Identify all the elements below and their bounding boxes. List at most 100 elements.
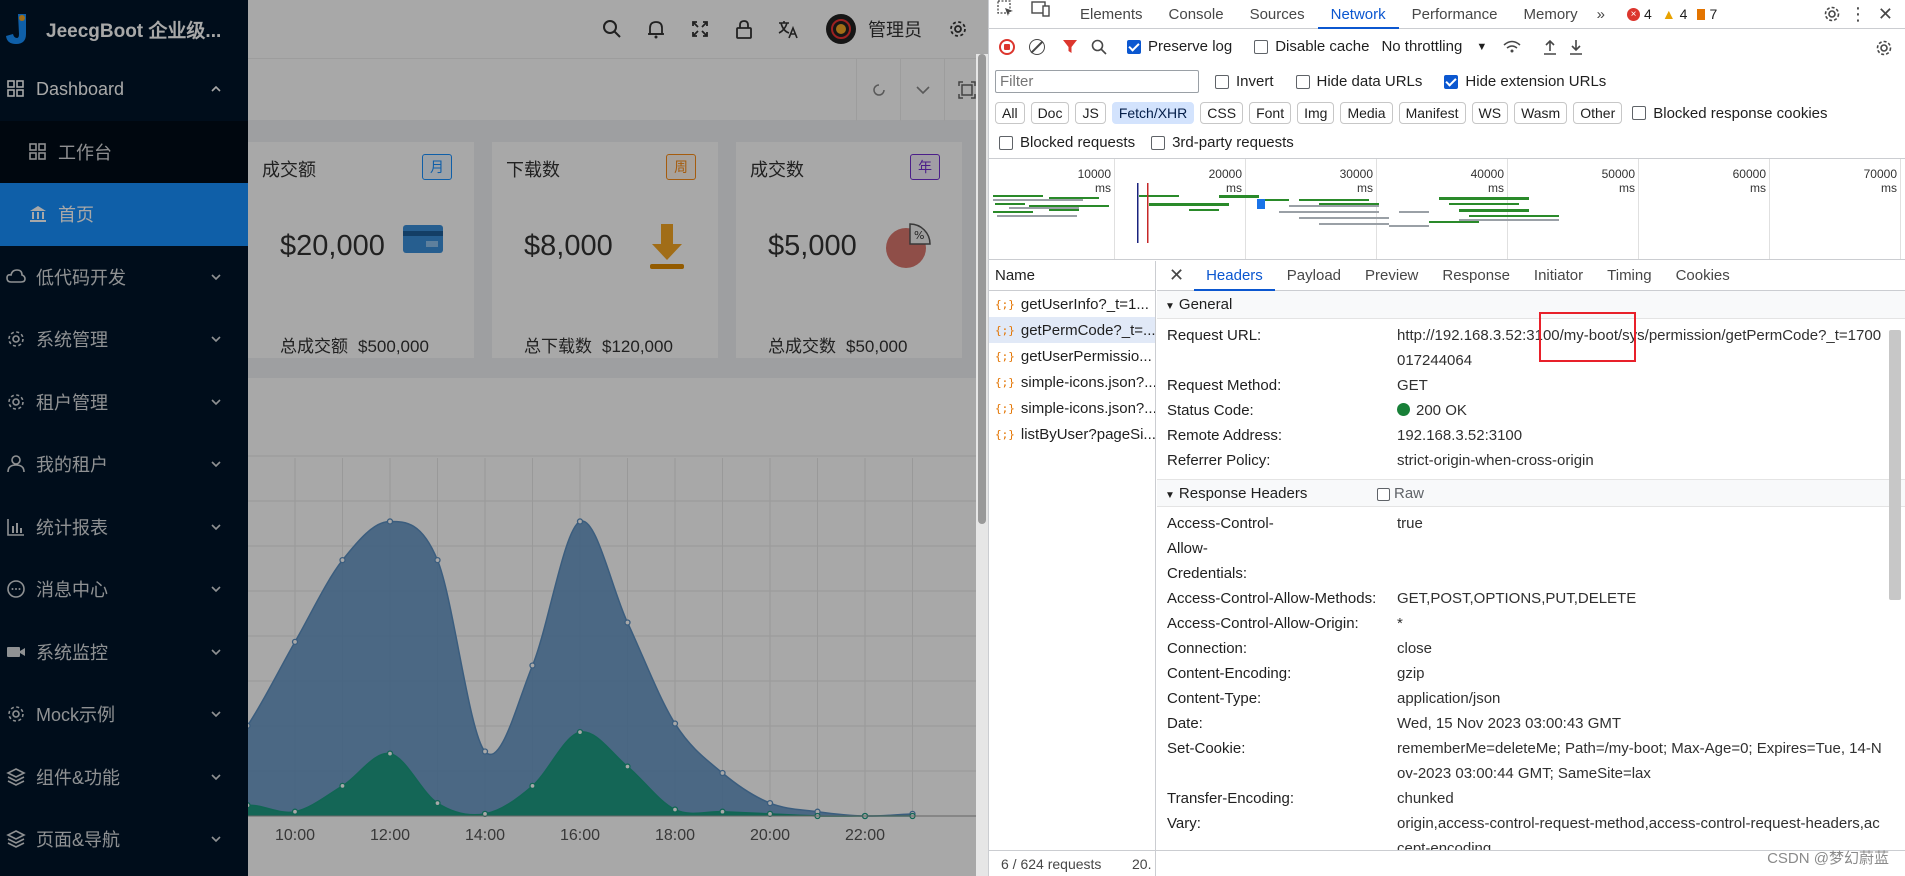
request-name: getPermCode?_t=... xyxy=(1020,321,1155,339)
more-tabs-icon[interactable]: » xyxy=(1591,0,1611,29)
type-filter-chip[interactable]: Manifest xyxy=(1398,102,1466,124)
network-overview[interactable]: 10000 ms 20000 ms 30000 ms 40000 ms 50000 ms… xyxy=(989,158,1905,260)
highlight-box xyxy=(1539,312,1636,362)
devtools-tab[interactable]: Network xyxy=(1317,0,1399,29)
export-har-icon[interactable] xyxy=(1569,39,1583,55)
header-value[interactable]: 200 OK xyxy=(1416,402,1467,419)
header-value[interactable]: close xyxy=(1397,636,1887,661)
header-row: Connection: close xyxy=(1157,636,1905,661)
header-value[interactable]: GET xyxy=(1397,373,1887,398)
name-column-header[interactable]: Name xyxy=(989,261,1155,291)
detail-tab[interactable]: Timing xyxy=(1595,261,1663,291)
type-filter-chip[interactable]: Font xyxy=(1249,102,1292,124)
filter-funnel-icon[interactable] xyxy=(1063,39,1077,54)
filter-input[interactable]: Filter xyxy=(995,70,1199,93)
header-value[interactable]: strict-origin-when-cross-origin xyxy=(1397,448,1887,473)
request-row[interactable]: {;} simple-icons.json?... xyxy=(989,395,1155,421)
page-scrollbar-thumb[interactable] xyxy=(978,54,986,524)
import-har-icon[interactable] xyxy=(1543,39,1557,55)
type-filter-chip[interactable]: Media xyxy=(1340,102,1393,124)
throttling-select[interactable]: No throttling xyxy=(1381,38,1462,55)
type-filter-chip[interactable]: WS xyxy=(1471,102,1509,124)
clear-icon[interactable] xyxy=(1029,38,1045,55)
detail-tab[interactable]: Response xyxy=(1430,261,1522,291)
response-headers-section-header[interactable]: ▼ Response Headers Raw xyxy=(1157,479,1905,507)
kebab-menu-icon[interactable]: ⋮ xyxy=(1849,5,1867,23)
blocked-requests-checkbox[interactable] xyxy=(999,135,1013,150)
type-filter-chip[interactable]: Other xyxy=(1573,102,1623,124)
throttling-dropdown-icon[interactable]: ▼ xyxy=(1476,41,1487,53)
header-value[interactable]: http://192.168.3.52:3100/my-boot/sys/per… xyxy=(1397,323,1887,373)
type-filter-chip[interactable]: Fetch/XHR xyxy=(1111,102,1195,124)
hide-data-urls-checkbox[interactable] xyxy=(1295,74,1310,89)
header-value[interactable]: chunked xyxy=(1397,786,1887,811)
type-filter-row: All Doc JS Fetch/XHR CSS Font Img Media Manifest… xyxy=(995,102,1828,124)
raw-label: Raw xyxy=(1394,485,1425,502)
header-value[interactable]: 192.168.3.52:3100 xyxy=(1397,423,1887,448)
type-filter-chip[interactable]: Doc xyxy=(1030,102,1070,124)
header-value[interactable]: rememberMe=deleteMe; Path=/my-boot; Max-… xyxy=(1397,736,1887,786)
header-row: Status Code: 200 OK xyxy=(1157,398,1905,423)
inspect-element-icon[interactable] xyxy=(989,0,1023,29)
header-key: Date: xyxy=(1167,715,1203,732)
hide-extension-urls-checkbox[interactable] xyxy=(1444,74,1459,89)
close-details-icon[interactable]: ✕ xyxy=(1157,265,1194,286)
header-value[interactable]: true xyxy=(1397,511,1887,586)
close-devtools-icon[interactable]: ✕ xyxy=(1878,5,1893,23)
request-row[interactable]: {;} simple-icons.json?... xyxy=(989,369,1155,395)
network-conditions-icon[interactable] xyxy=(1503,40,1521,54)
header-value[interactable]: gzip xyxy=(1397,661,1887,686)
devtools-tab[interactable]: Memory xyxy=(1511,0,1591,29)
jeecg-app: JeecgBoot 企业级... Dashboard 工作台 首页 低代码开发 系统管理… xyxy=(0,0,988,876)
devtools-settings-icon[interactable] xyxy=(1823,5,1841,23)
header-key: Referrer Policy: xyxy=(1167,452,1271,469)
header-value[interactable]: Wed, 15 Nov 2023 03:00:43 GMT xyxy=(1397,711,1887,736)
hide-data-urls-label: Hide data URLs xyxy=(1316,73,1423,90)
search-network-icon[interactable] xyxy=(1091,39,1107,55)
header-value[interactable]: GET,POST,OPTIONS,PUT,DELETE xyxy=(1397,586,1887,611)
preserve-log-checkbox[interactable] xyxy=(1127,39,1141,54)
transfer-size: 20. xyxy=(1132,856,1152,872)
header-key: Access-Control-Allow-Methods: xyxy=(1167,590,1377,607)
header-value[interactable]: origin,access-control-request-method,acc… xyxy=(1397,811,1887,850)
request-row[interactable]: {;} getUserInfo?_t=1... xyxy=(989,291,1155,317)
issue-count: 7 xyxy=(1709,6,1718,22)
page-scrollbar[interactable] xyxy=(976,54,988,876)
network-settings-icon[interactable] xyxy=(1875,39,1893,57)
header-row: Content-Type: application/json xyxy=(1157,686,1905,711)
devtools-tab[interactable]: Console xyxy=(1156,0,1237,29)
detail-tab[interactable]: Cookies xyxy=(1664,261,1742,291)
header-key: Access-Control-Allow-Origin: xyxy=(1167,615,1359,632)
type-filter-chip[interactable]: Img xyxy=(1297,102,1335,124)
detail-tab[interactable]: Initiator xyxy=(1522,261,1595,291)
request-row[interactable]: {;} listByUser?pageSi... xyxy=(989,421,1155,447)
type-filter-chip[interactable]: Wasm xyxy=(1514,102,1568,124)
devtools-tab[interactable]: Elements xyxy=(1067,0,1156,29)
detail-tab[interactable]: Payload xyxy=(1275,261,1353,291)
type-filter-chip[interactable]: All xyxy=(995,102,1025,124)
raw-checkbox[interactable] xyxy=(1377,487,1390,501)
request-row[interactable]: {;} getUserPermissio... xyxy=(989,343,1155,369)
type-filter-chip[interactable]: CSS xyxy=(1200,102,1244,124)
header-value[interactable]: application/json xyxy=(1397,686,1887,711)
disable-cache-checkbox[interactable] xyxy=(1254,39,1269,54)
record-icon[interactable] xyxy=(999,38,1015,55)
raw-toggle[interactable]: Raw xyxy=(1377,480,1424,508)
general-section-header[interactable]: ▼ General xyxy=(1157,291,1905,319)
header-value[interactable]: * xyxy=(1397,611,1887,636)
device-toolbar-icon[interactable] xyxy=(1023,0,1059,29)
triangle-down-icon: ▼ xyxy=(1165,490,1175,501)
devtools-tab[interactable]: Sources xyxy=(1237,0,1318,29)
details-scrollbar-thumb[interactable] xyxy=(1889,330,1901,600)
detail-tab[interactable]: Preview xyxy=(1353,261,1430,291)
console-counts[interactable]: × 4 ▲ 4 7 xyxy=(1627,6,1717,22)
blocked-response-cookies-checkbox[interactable] xyxy=(1632,106,1647,120)
type-filter-chip[interactable]: JS xyxy=(1075,102,1106,124)
request-row[interactable]: {;} getPermCode?_t=... xyxy=(989,317,1155,343)
invert-checkbox[interactable] xyxy=(1215,74,1229,89)
detail-tab[interactable]: Headers xyxy=(1194,261,1275,291)
devtools-tab[interactable]: Performance xyxy=(1399,0,1511,29)
header-key: Status Code: xyxy=(1167,402,1254,419)
third-party-checkbox[interactable] xyxy=(1151,135,1166,150)
blocked-response-cookies-label: Blocked response cookies xyxy=(1653,104,1828,122)
